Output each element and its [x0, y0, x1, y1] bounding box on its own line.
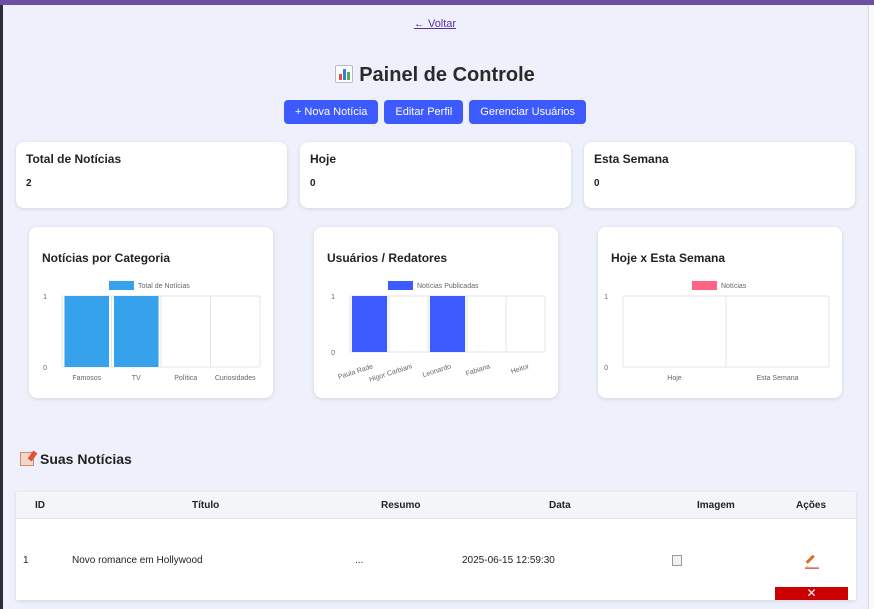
left-edge: [0, 5, 3, 609]
news-table: ID Título Resumo Data Imagem Ações 1 Nov…: [16, 492, 856, 600]
y-tick-label: 0: [604, 365, 608, 372]
x-tick-label: Higor Carbiani: [368, 363, 413, 384]
stat-card-today: Hoje 0: [300, 142, 571, 208]
page-title-text: Painel de Controle: [359, 64, 535, 86]
stat-value: 0: [594, 178, 600, 189]
stat-label: Esta Semana: [594, 152, 669, 166]
memo-icon: [20, 452, 34, 466]
manage-users-button[interactable]: Gerenciar Usuários: [469, 100, 587, 124]
stat-label: Hoje: [310, 152, 337, 166]
legend-label: Total de Notícias: [138, 283, 190, 290]
delete-button[interactable]: ✕: [775, 587, 848, 600]
news-section-title-text: Suas Notícias: [40, 451, 132, 467]
table-header: ID Título Resumo Data Imagem Ações: [16, 492, 856, 519]
x-tick-label: Leonardo: [422, 363, 452, 379]
y-tick-label: 0: [331, 350, 335, 357]
col-header-summary: Resumo: [381, 500, 421, 511]
table-row: 1 Novo romance em Hollywood ... 2025-06-…: [16, 519, 856, 600]
y-tick-label: 1: [43, 294, 47, 301]
stat-label: Total de Notícias: [26, 152, 122, 166]
y-tick-label: 1: [604, 294, 608, 301]
legend-swatch: [388, 281, 413, 290]
bar: [429, 296, 466, 352]
legend-swatch: [109, 281, 134, 290]
window-top-bar: [0, 0, 874, 5]
page-title: Painel de Controle: [0, 64, 870, 87]
stat-value: 0: [310, 178, 316, 189]
back-nav: ← Voltar: [0, 18, 870, 30]
x-tick-label: TV: [132, 375, 141, 382]
x-tick-label: Curiosidades: [215, 375, 256, 382]
col-header-date: Data: [549, 500, 571, 511]
chart-svg: 0 1 Hoje Esta Semana Notícias: [604, 281, 830, 382]
scrollbar[interactable]: [868, 5, 874, 609]
cell-title: Novo romance em Hollywood: [72, 555, 203, 566]
legend-label: Notícias Publicadas: [417, 283, 479, 290]
stat-card-total: Total de Notícias 2: [16, 142, 287, 208]
x-tick-label: Hoje: [667, 375, 682, 382]
chart-card-users: Usuários / Redatores 0 1 Paula Rade Higor C…: [314, 227, 558, 398]
bar-chart-icon: [335, 65, 354, 83]
action-bar: + Nova Notícia Editar Perfil Gerenciar U…: [0, 100, 870, 124]
x-tick-label: Famosos: [72, 375, 101, 382]
cell-summary: ...: [355, 555, 364, 566]
new-news-button[interactable]: + Nova Notícia: [283, 100, 379, 124]
legend-swatch: [692, 281, 717, 290]
x-tick-label: Política: [174, 375, 197, 382]
edit-profile-button[interactable]: Editar Perfil: [384, 100, 464, 124]
chart-card-period: Hoje x Esta Semana 0 1 Hoje Esta Semana Notí…: [598, 227, 842, 398]
stat-card-week: Esta Semana 0: [584, 142, 855, 208]
x-tick-label: Heitor: [510, 363, 531, 376]
legend-label: Notícias: [721, 283, 747, 290]
x-tick-label: Esta Semana: [756, 375, 798, 382]
col-header-actions: Ações: [796, 500, 827, 511]
bar: [351, 296, 388, 352]
col-header-id: ID: [35, 500, 45, 511]
back-link[interactable]: ← Voltar: [414, 18, 456, 30]
chart-card-categories: Notícias por Categoria 0 1 Famosos TV Políti…: [29, 227, 273, 398]
stat-value: 2: [26, 178, 32, 189]
y-tick-label: 1: [331, 294, 335, 301]
x-tick-label: Fabiana: [465, 363, 491, 378]
chart-svg: 0 1 Famosos TV Política Curiosidades Total de …: [43, 281, 261, 382]
broken-image-icon: [672, 555, 682, 566]
news-section-title: Suas Notícias: [20, 451, 132, 467]
col-header-title: Título: [192, 500, 220, 511]
bar: [64, 296, 110, 367]
edit-pencil-icon[interactable]: [804, 555, 820, 569]
cell-date: 2025-06-15 12:59:30: [462, 555, 555, 566]
bar: [113, 296, 159, 367]
chart-svg: 01Paula RadeHigor Carbiani Leonardo Fabian…: [331, 281, 546, 384]
cell-id: 1: [23, 555, 29, 566]
y-tick-label: 0: [43, 365, 47, 372]
col-header-image: Imagem: [697, 500, 735, 511]
